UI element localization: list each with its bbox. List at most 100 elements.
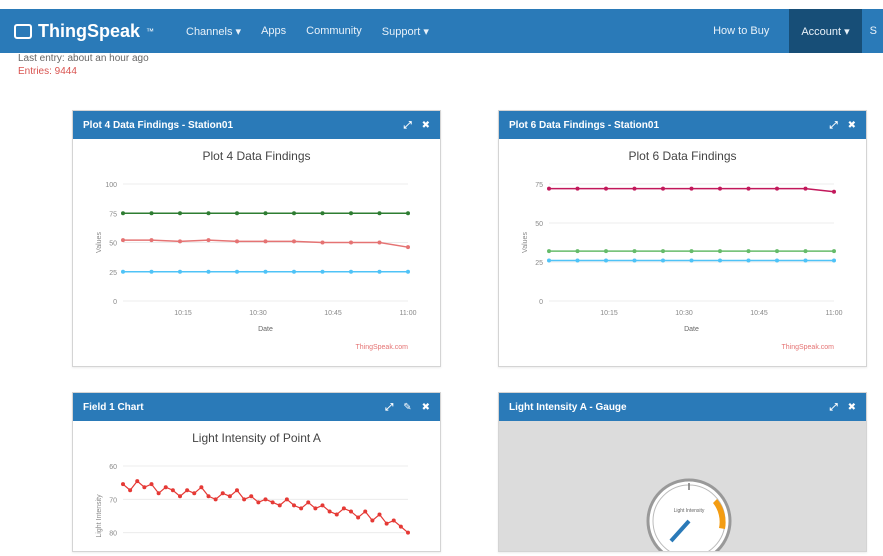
panel-header: Field 1 Chart ⤢ ✎ ✖	[73, 393, 440, 421]
data-point	[206, 238, 211, 243]
nav-channels[interactable]: Channels ▾	[186, 25, 241, 38]
nav-sign-out[interactable]: S	[862, 25, 883, 37]
chart-credit: ThingSpeak.com	[355, 344, 408, 351]
data-point	[775, 258, 779, 263]
y-tick-label: 25	[109, 270, 117, 277]
brand-name: ThingSpeak	[38, 20, 141, 41]
expand-icon[interactable]: ⤢	[404, 120, 412, 131]
x-tick-label: 10:30	[249, 310, 267, 317]
close-icon[interactable]: ✖	[848, 402, 856, 413]
nav-apps[interactable]: Apps	[261, 25, 286, 37]
expand-icon[interactable]: ⤢	[830, 402, 838, 413]
data-point	[242, 497, 247, 502]
data-point	[121, 269, 125, 274]
data-point	[178, 494, 182, 499]
chart-panel-plot6: Plot 6 Data Findings - Station01 ⤢ ✖ Plo…	[498, 110, 867, 367]
data-point	[292, 211, 296, 216]
data-point	[263, 269, 268, 274]
y-tick-label: 60	[109, 464, 117, 471]
data-point	[142, 485, 147, 490]
data-point	[327, 509, 332, 514]
y-tick-label: 75	[535, 182, 543, 189]
thingspeak-logo[interactable]: ThingSpeak ™	[14, 9, 154, 53]
gauge-panel: Light Intensity A - Gauge ⤢ ✖ Light Inte…	[498, 392, 867, 556]
data-point	[292, 503, 296, 508]
expand-icon[interactable]: ⤢	[385, 402, 393, 413]
close-icon[interactable]: ✖	[422, 120, 430, 131]
data-point	[334, 512, 339, 517]
trademark: ™	[146, 26, 155, 36]
chart-credit: ThingSpeak.com	[781, 344, 834, 351]
x-tick-label: 10:15	[174, 310, 192, 317]
nav-right: How to Buy Account ▾ S	[713, 9, 883, 53]
data-point	[341, 506, 346, 511]
nav-links: Channels ▾ Apps Community Support ▾	[186, 9, 429, 53]
panel-tools: ⤢ ✖	[830, 120, 856, 131]
data-point	[803, 258, 808, 263]
data-point	[746, 186, 751, 191]
nav-support[interactable]: Support ▾	[382, 25, 429, 38]
logo-icon	[14, 23, 32, 39]
data-point	[263, 239, 268, 244]
data-point	[270, 500, 275, 505]
y-tick-label: 25	[535, 260, 543, 267]
close-icon[interactable]: ✖	[848, 120, 856, 131]
expand-icon[interactable]: ⤢	[830, 120, 838, 131]
x-tick-label: 10:15	[600, 310, 618, 317]
edit-icon[interactable]: ✎	[403, 402, 411, 413]
chart-title: Plot 6 Data Findings	[628, 149, 737, 163]
gauge-body: Light Intensity	[499, 421, 866, 556]
data-point	[199, 485, 204, 490]
data-point	[661, 249, 665, 254]
data-point	[135, 479, 140, 484]
panel-tools: ⤢ ✖	[404, 120, 430, 131]
data-point	[406, 269, 410, 274]
gauge-widget: Light Intensity	[646, 478, 732, 556]
data-point	[292, 239, 296, 244]
channel-info: Last entry: about an hour ago Entries: 9…	[18, 52, 149, 78]
data-point	[547, 186, 551, 191]
y-tick-label: 50	[535, 221, 543, 228]
y-axis-label: Values	[522, 232, 529, 253]
data-point	[235, 239, 239, 244]
panel-tools: ⤢ ✎ ✖	[385, 402, 430, 413]
data-point	[547, 249, 551, 254]
y-axis-label: Light Intensity	[96, 494, 103, 538]
panel-body: Plot 6 Data Findings 0 25 50 75 Values 10:15 1…	[499, 139, 866, 366]
data-point	[832, 249, 836, 254]
data-point	[227, 494, 232, 499]
data-point	[178, 239, 182, 244]
data-point	[178, 211, 182, 216]
data-point	[121, 211, 125, 216]
data-point	[377, 512, 382, 517]
last-entry-text: Last entry: about an hour ago	[18, 53, 149, 64]
data-point	[377, 240, 382, 245]
data-point	[163, 485, 168, 490]
top-navbar: ThingSpeak ™ Channels ▾ Apps Community Su…	[0, 9, 883, 53]
y-tick-label: 80	[109, 531, 117, 538]
data-point	[320, 240, 325, 245]
data-point	[320, 269, 325, 274]
nav-account[interactable]: Account ▾	[789, 9, 862, 53]
data-point	[661, 186, 665, 191]
data-point	[149, 269, 154, 274]
data-point	[370, 518, 375, 523]
x-tick-label: 11:00	[400, 310, 417, 317]
data-point	[377, 269, 382, 274]
nav-community[interactable]: Community	[306, 25, 362, 37]
nav-how-to-buy[interactable]: How to Buy	[713, 25, 769, 37]
y-tick-label: 0	[539, 299, 543, 306]
data-point	[406, 211, 410, 216]
data-point	[249, 494, 254, 499]
chart-panel-field1: Field 1 Chart ⤢ ✎ ✖ Light Intensity of P…	[72, 392, 441, 552]
close-icon[interactable]: ✖	[422, 402, 430, 413]
data-point	[604, 249, 608, 254]
data-point	[604, 186, 608, 191]
data-point	[718, 186, 722, 191]
data-point	[149, 211, 154, 216]
data-point	[235, 488, 239, 493]
y-tick-label: 70	[109, 497, 117, 504]
panel-title: Light Intensity A - Gauge	[509, 401, 627, 413]
data-point	[170, 488, 175, 493]
x-tick-label: 10:45	[750, 310, 768, 317]
